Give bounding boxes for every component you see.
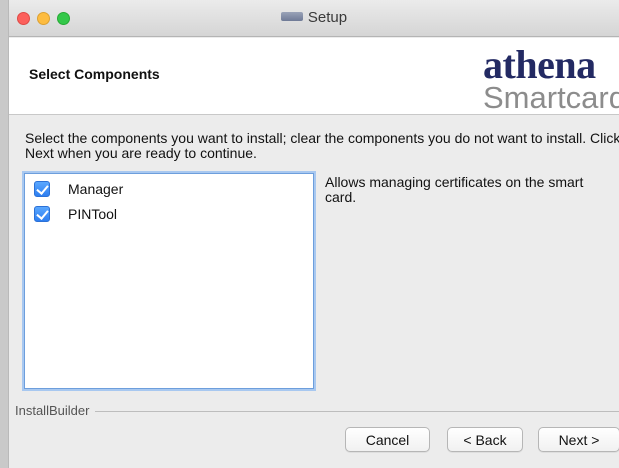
app-icon	[280, 11, 303, 21]
wizard-header: Select Components athena Smartcard	[9, 38, 619, 115]
back-button[interactable]: < Back	[447, 427, 523, 452]
next-button[interactable]: Next >	[538, 427, 619, 452]
athena-logo-secondary: Smartcard	[483, 80, 619, 115]
instructions-text: Select the components you want to instal…	[25, 130, 619, 161]
setup-window: Setup Select Components athena Smartcard…	[8, 0, 619, 468]
window-title-group: Setup	[9, 9, 619, 26]
pintool-checkbox[interactable]	[34, 206, 50, 222]
page-title: Select Components	[29, 66, 160, 82]
components-list[interactable]: Manager PINTool	[24, 173, 314, 389]
list-item-pintool[interactable]: PINTool	[34, 204, 117, 224]
installbuilder-label: InstallBuilder	[15, 403, 96, 418]
pintool-label: PINTool	[68, 206, 118, 222]
footer-divider	[15, 411, 619, 412]
manager-checkbox[interactable]	[34, 181, 50, 197]
window-title: Setup	[307, 9, 348, 26]
manager-label: Manager	[68, 181, 124, 197]
cancel-button[interactable]: Cancel	[345, 427, 430, 452]
title-bar[interactable]: Setup	[9, 0, 619, 37]
list-item-manager[interactable]: Manager	[34, 179, 123, 199]
component-description: Allows managing certificates on the smar…	[325, 174, 584, 205]
